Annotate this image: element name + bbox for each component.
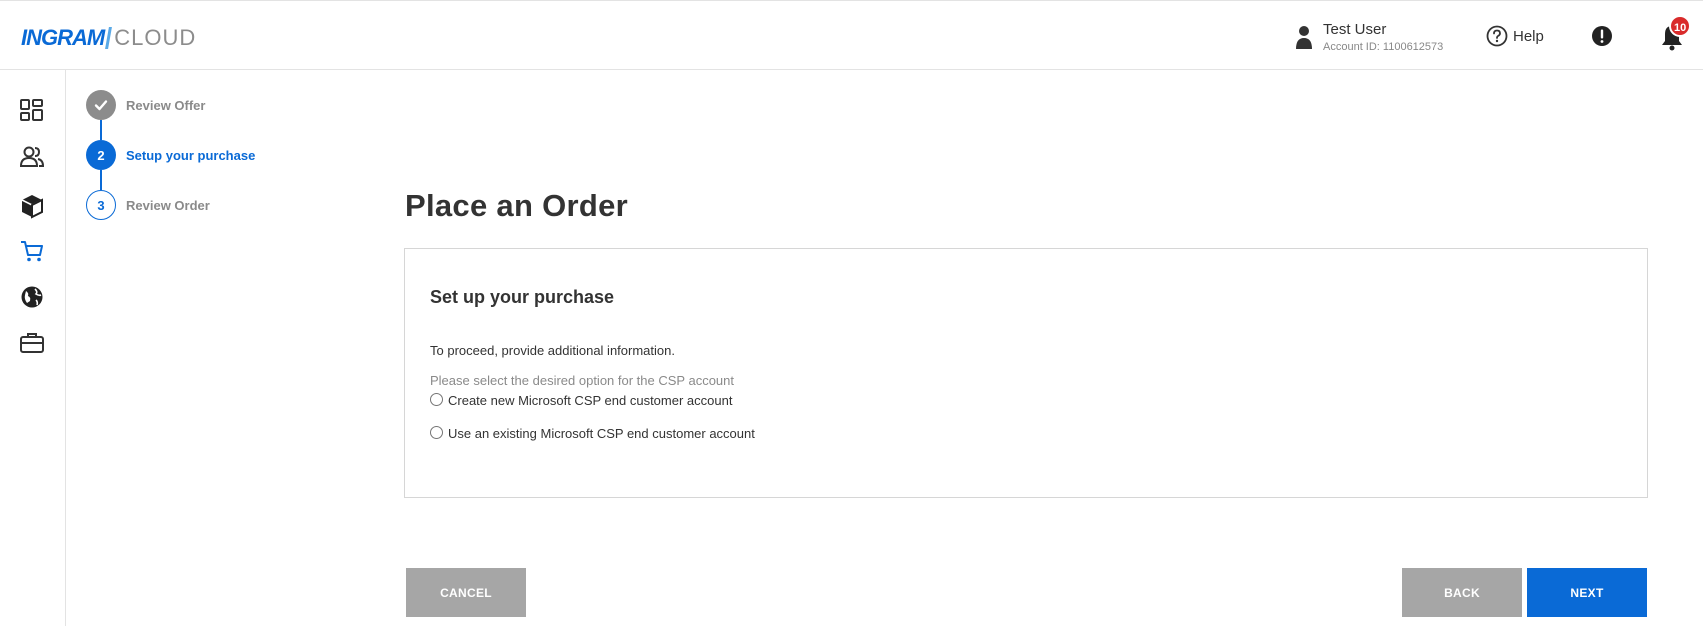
check-icon [86,90,116,120]
help-icon [1486,25,1508,47]
alert-icon[interactable] [1591,25,1613,47]
globe-icon[interactable] [19,284,45,310]
step-connector [100,120,102,140]
radio-use-existing-account[interactable]: Use an existing Microsoft CSP end custom… [430,425,755,441]
step-review-order: 3 Review Order [86,190,210,220]
briefcase-icon[interactable] [19,330,45,356]
radio-label: Create new Microsoft CSP end customer ac… [448,393,733,408]
dashboard-icon[interactable] [19,97,45,123]
step-number: 3 [86,190,116,220]
cart-icon[interactable] [19,238,45,264]
step-number: 2 [86,140,116,170]
back-button[interactable]: BACK [1402,568,1522,617]
box-icon[interactable] [19,193,45,219]
account-id: Account ID: 1100612573 [1323,41,1444,53]
help-button[interactable]: Help [1486,25,1544,47]
step-label: Review Order [126,197,210,213]
radio-label: Use an existing Microsoft CSP end custom… [448,426,755,441]
logo-separator [105,27,113,49]
purchase-setup-card: Set up your purchase To proceed, provide… [404,248,1648,498]
user-name: Test User [1323,21,1387,38]
help-label: Help [1513,27,1544,45]
user-icon [1296,26,1312,49]
card-title: Set up your purchase [430,287,615,307]
logo-cloud-text: CLOUD [114,25,197,50]
radio-button[interactable] [430,392,443,406]
logo-ingram-text: INGRAM [21,25,105,50]
step-setup-purchase: 2 Setup your purchase [86,140,255,170]
step-label: Review Offer [126,97,206,113]
page-title: Place an Order [405,188,629,223]
radio-create-new-account[interactable]: Create new Microsoft CSP end customer ac… [430,392,733,408]
step-review-offer[interactable]: Review Offer [86,90,205,120]
csp-option-hint: Please select the desired option for the… [430,373,735,388]
ingram-cloud-logo[interactable]: INGRAM CLOUD [21,23,196,53]
cancel-button[interactable]: CANCEL [406,568,526,617]
notification-badge: 10 [1669,15,1692,37]
next-button[interactable]: NEXT [1527,568,1647,617]
card-intro-text: To proceed, provide additional informati… [430,343,675,358]
step-connector [100,170,102,190]
step-label: Setup your purchase [126,147,256,163]
users-icon[interactable] [19,144,45,170]
side-nav [0,70,66,626]
radio-button[interactable] [430,425,443,439]
user-menu[interactable]: Test User Account ID: 1100612573 [1295,21,1443,54]
top-bar: INGRAM CLOUD Test User Account ID: 11006… [0,0,1703,70]
